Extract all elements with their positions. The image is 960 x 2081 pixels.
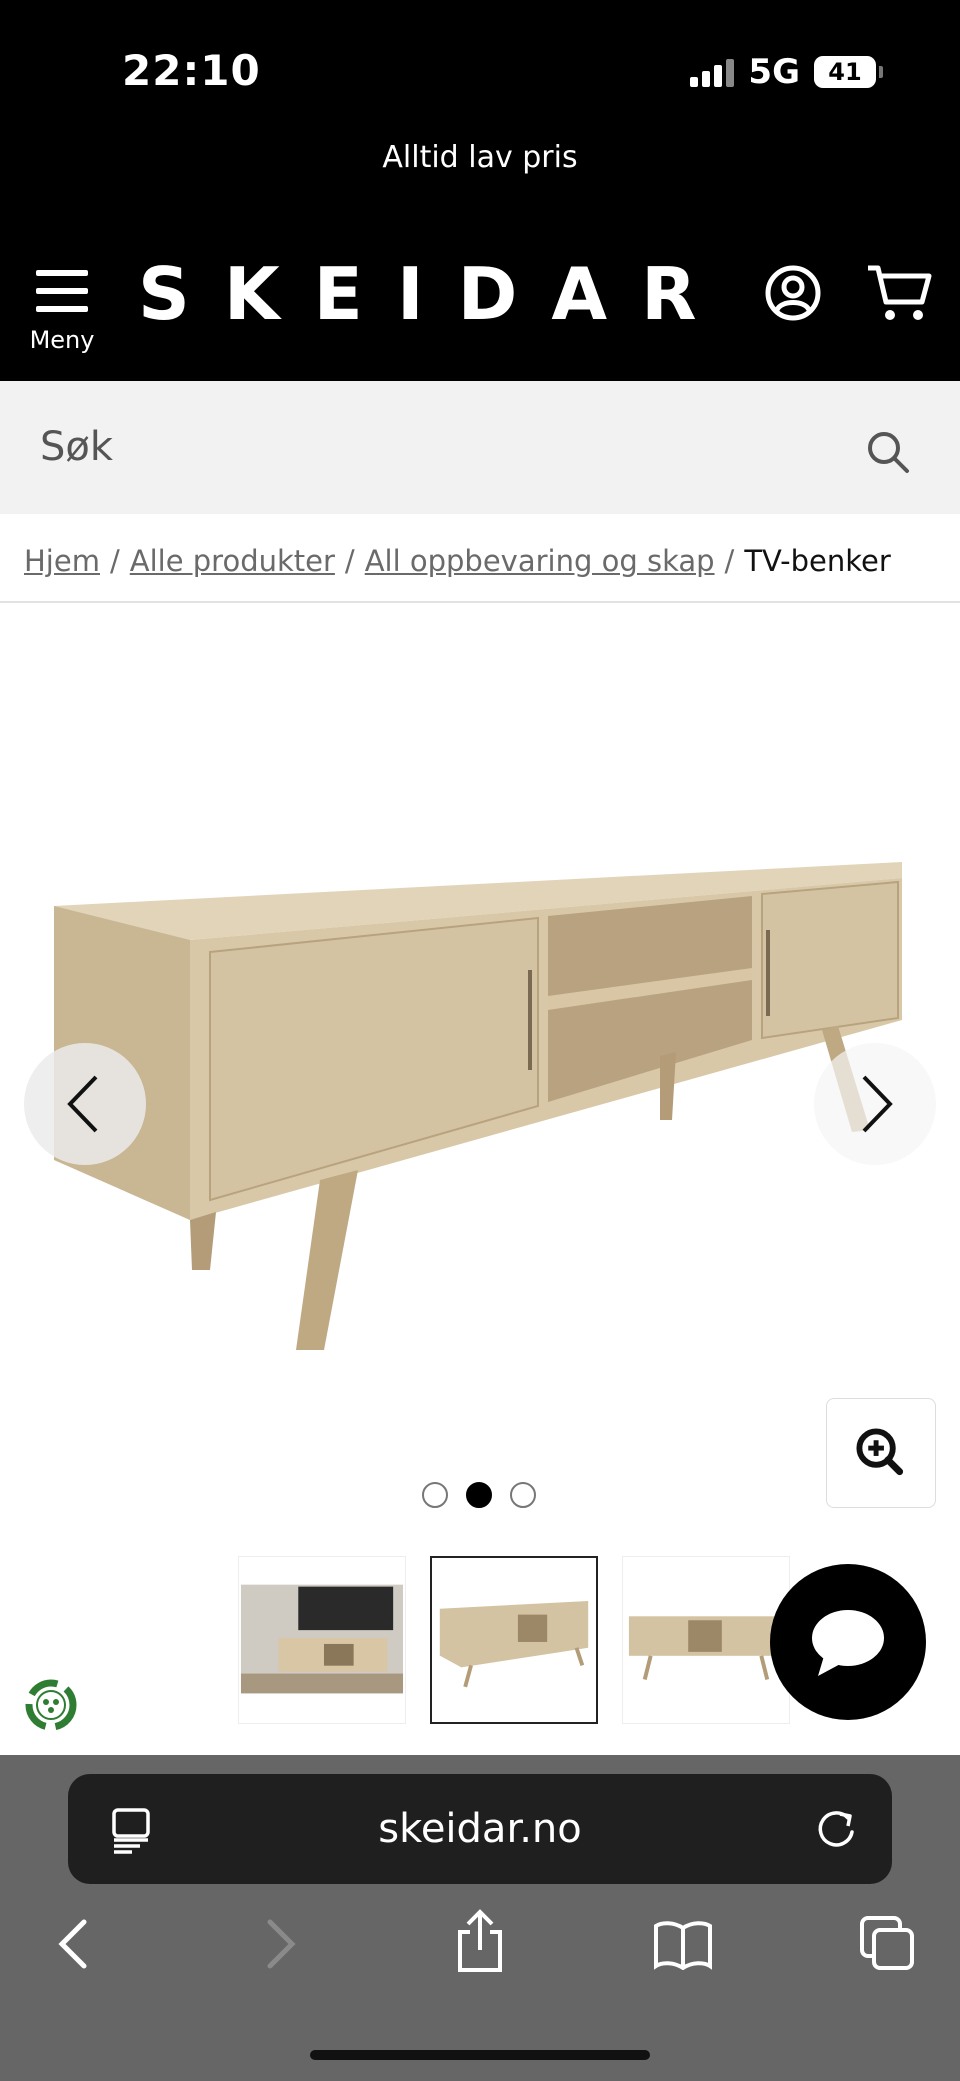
gallery-pagination [422, 1482, 536, 1508]
thumbnail-room-image [240, 1584, 404, 1694]
breadcrumb: Hjem / Alle produkter / All oppbevaring og s… [24, 544, 891, 578]
home-indicator [310, 2050, 650, 2060]
top-header-area: 22:10 5G 41 Alltid lav pris Meny SKEIDAR [0, 0, 960, 381]
breadcrumb-separator: / [109, 544, 120, 578]
reload-icon[interactable] [814, 1806, 860, 1852]
gallery-next-button[interactable] [814, 1043, 936, 1165]
promo-banner[interactable]: Alltid lav pris [0, 140, 960, 175]
chat-button[interactable] [770, 1564, 926, 1720]
hamburger-icon [36, 268, 88, 314]
search-icon[interactable] [866, 430, 910, 474]
breadcrumb-separator: / [344, 544, 355, 578]
share-icon[interactable] [452, 1908, 508, 1974]
zoom-in-icon [856, 1428, 904, 1476]
tab-overview-icon[interactable] [858, 1914, 916, 1972]
gallery-dot[interactable] [422, 1482, 448, 1508]
bookmarks-icon[interactable] [652, 1918, 714, 1970]
cart-icon[interactable] [866, 262, 932, 324]
gallery-prev-button[interactable] [24, 1043, 146, 1165]
chevron-right-icon [862, 1075, 893, 1133]
search-bar [0, 381, 960, 514]
thumbnail-2[interactable] [430, 1556, 598, 1724]
search-input[interactable] [40, 417, 840, 477]
thumbnail-bench-angle [439, 1600, 589, 1688]
network-label: 5G [748, 52, 800, 92]
thumbnail-3[interactable] [622, 1556, 790, 1724]
thumbnail-strip [238, 1556, 790, 1724]
product-image-tv-bench[interactable] [40, 820, 920, 1380]
battery-icon: 41 [814, 56, 883, 88]
recycle-icon[interactable] [16, 1670, 86, 1740]
status-time: 22:10 [122, 46, 261, 95]
chat-icon [812, 1610, 884, 1676]
breadcrumb-separator: / [724, 544, 735, 578]
thumbnail-1[interactable] [238, 1556, 406, 1724]
breadcrumb-link-storage[interactable]: All oppbevaring og skap [365, 544, 715, 578]
back-icon[interactable] [54, 1916, 94, 1972]
zoom-button[interactable] [826, 1398, 936, 1508]
chevron-left-icon [67, 1075, 98, 1133]
site-logo[interactable]: SKEIDAR [138, 252, 731, 336]
breadcrumb-link-home[interactable]: Hjem [24, 544, 100, 578]
account-icon[interactable] [764, 264, 822, 322]
breadcrumb-link-all-products[interactable]: Alle produkter [130, 544, 335, 578]
divider [0, 601, 960, 603]
status-indicators: 5G 41 [690, 52, 883, 92]
breadcrumb-current: TV-benker [744, 544, 891, 578]
forward-icon[interactable] [260, 1916, 300, 1972]
menu-label: Meny [29, 326, 95, 354]
gallery-dot-active[interactable] [466, 1482, 492, 1508]
signal-icon [690, 57, 735, 87]
menu-button[interactable]: Meny [30, 268, 94, 358]
gallery-dot[interactable] [510, 1482, 536, 1508]
thumbnail-bench-front [628, 1616, 784, 1681]
